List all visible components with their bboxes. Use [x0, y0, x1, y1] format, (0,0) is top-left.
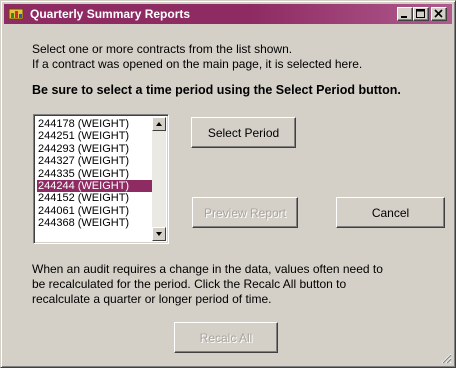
list-item[interactable]: 244335 (WEIGHT): [37, 168, 155, 180]
close-button[interactable]: [431, 7, 447, 21]
instruction-line-2: If a contract was opened on the main pag…: [32, 57, 363, 71]
preview-report-button[interactable]: Preview Report: [192, 197, 298, 228]
scroll-up-button[interactable]: [152, 117, 166, 131]
close-icon: [434, 9, 443, 18]
recalc-note-line-3: recalculate a quarter or longer period o…: [32, 292, 272, 306]
scroll-down-button[interactable]: [152, 227, 166, 241]
recalc-all-button[interactable]: Recalc All: [174, 322, 278, 353]
list-item[interactable]: 244293 (WEIGHT): [37, 143, 155, 155]
quarterly-summary-dialog: Quarterly Summary Reports Select one or …: [0, 0, 456, 368]
select-period-button[interactable]: Select Period: [191, 117, 296, 148]
list-item[interactable]: 244244 (WEIGHT): [37, 179, 155, 193]
list-item[interactable]: 244061 (WEIGHT): [37, 205, 155, 217]
list-item[interactable]: 244327 (WEIGHT): [37, 155, 155, 167]
arrow-up-icon: [156, 122, 162, 126]
minimize-button[interactable]: [397, 7, 413, 21]
recalc-note-line-1: When an audit requires a change in the d…: [32, 262, 383, 276]
title-bar[interactable]: Quarterly Summary Reports: [4, 4, 452, 24]
app-icon[interactable]: [8, 7, 24, 21]
window-title: Quarterly Summary Reports: [30, 7, 191, 21]
list-item[interactable]: 244178 (WEIGHT): [37, 118, 155, 130]
minimize-icon: [401, 16, 407, 18]
cancel-button[interactable]: Cancel: [336, 197, 445, 228]
instruction-line-1: Select one or more contracts from the li…: [32, 42, 293, 56]
resize-grip-icon[interactable]: [440, 352, 452, 364]
list-item[interactable]: 244251 (WEIGHT): [37, 130, 155, 142]
maximize-icon: [416, 9, 425, 18]
list-scrollbar[interactable]: [152, 117, 166, 241]
list-item[interactable]: 244152 (WEIGHT): [37, 192, 155, 204]
contract-listbox[interactable]: 244178 (WEIGHT) 244251 (WEIGHT) 244293 (…: [33, 114, 169, 244]
arrow-down-icon: [156, 232, 162, 236]
recalc-note-line-2: be recalculated for the period. Click th…: [32, 277, 347, 291]
period-warning: Be sure to select a time period using th…: [32, 83, 401, 97]
maximize-button[interactable]: [413, 7, 429, 21]
contract-list: 244178 (WEIGHT) 244251 (WEIGHT) 244293 (…: [37, 118, 155, 230]
list-item[interactable]: 244368 (WEIGHT): [37, 217, 155, 229]
